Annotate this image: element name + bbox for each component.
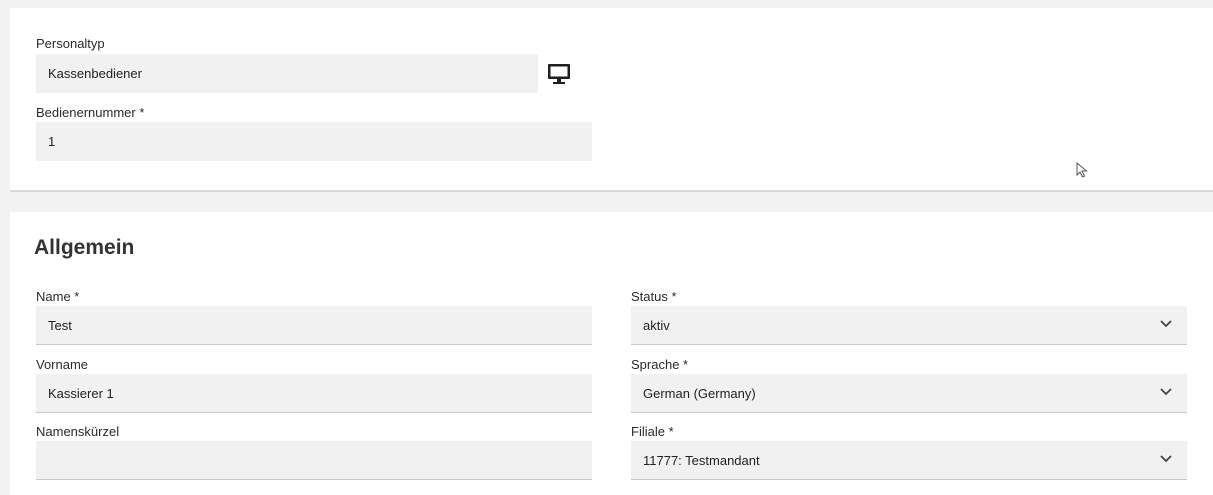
allgemein-card: Allgemein Name * Test Vorname Kassierer … xyxy=(10,212,1213,495)
mouse-cursor-icon xyxy=(1076,162,1088,178)
filiale-select[interactable]: 11777: Testmandant xyxy=(631,441,1187,480)
chevron-down-icon[interactable] xyxy=(1159,387,1173,397)
chevron-down-icon[interactable] xyxy=(1159,319,1173,329)
status-label: Status * xyxy=(631,289,677,304)
bedienernummer-label: Bedienernummer * xyxy=(36,105,145,120)
filiale-value: 11777: Testmandant xyxy=(643,453,760,468)
filiale-label: Filiale * xyxy=(631,424,674,439)
monitor-icon[interactable] xyxy=(547,62,571,86)
chevron-down-icon[interactable] xyxy=(1159,454,1173,464)
personal-header-card: Personaltyp Kassenbediener Bedienernumme… xyxy=(10,8,1213,192)
name-label: Name * xyxy=(36,289,80,304)
name-input[interactable]: Test xyxy=(36,306,592,345)
namenskuerzel-input[interactable] xyxy=(36,441,592,480)
vorname-input[interactable]: Kassierer 1 xyxy=(36,374,592,413)
sprache-label: Sprache * xyxy=(631,357,689,372)
personaltyp-field: Kassenbediener xyxy=(36,54,538,93)
status-value: aktiv xyxy=(643,318,670,333)
status-select[interactable]: aktiv xyxy=(631,306,1187,345)
bedienernummer-input[interactable]: 1 xyxy=(36,122,592,161)
section-title-allgemein: Allgemein xyxy=(34,236,135,259)
bedienernummer-value: 1 xyxy=(48,134,56,149)
sprache-value: German (Germany) xyxy=(643,386,756,401)
name-value: Test xyxy=(48,318,72,333)
sprache-select[interactable]: German (Germany) xyxy=(631,374,1187,413)
personaltyp-label: Personaltyp xyxy=(36,36,105,51)
vorname-label: Vorname xyxy=(36,357,89,372)
vorname-value: Kassierer 1 xyxy=(48,386,114,401)
personaltyp-value: Kassenbediener xyxy=(48,66,142,81)
namenskuerzel-label: Namenskürzel xyxy=(36,424,120,439)
